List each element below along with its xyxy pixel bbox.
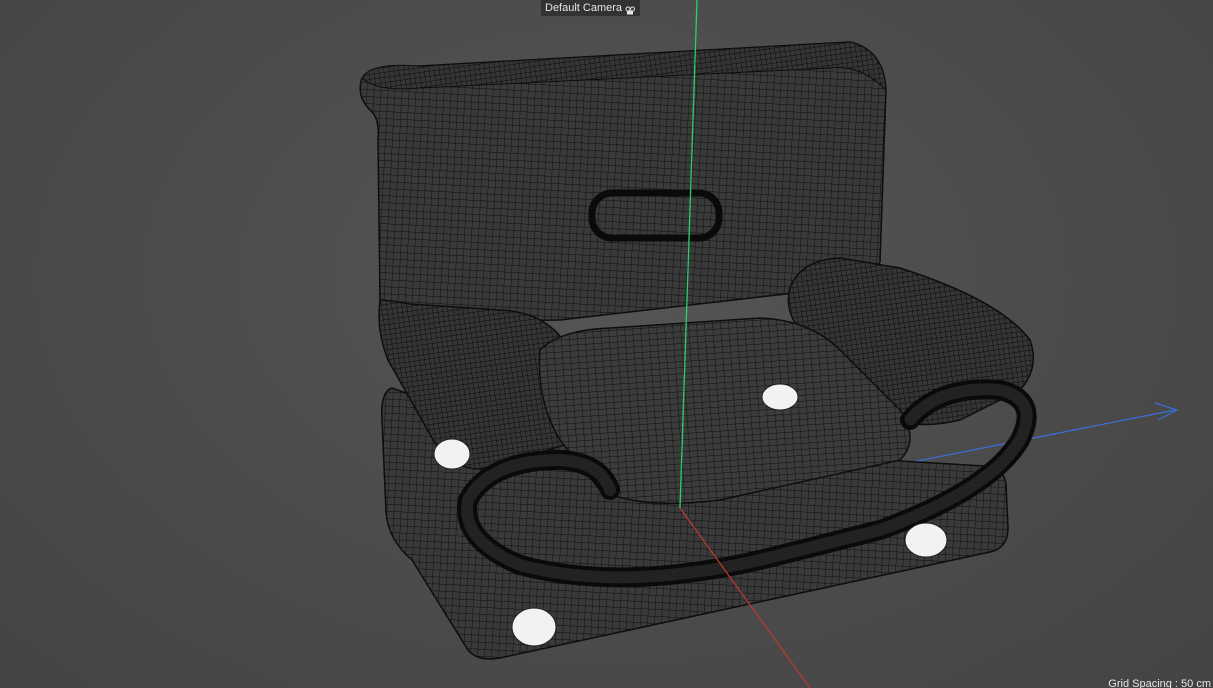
camera-label-text: Default Camera <box>545 2 623 14</box>
camera-icon[interactable] <box>625 4 636 14</box>
viewport-3d[interactable]: Default Camera Grid Spacing : 50 cm <box>0 0 1213 688</box>
leg-pad-left-front[interactable] <box>511 607 557 647</box>
leg-pad-center[interactable] <box>761 383 799 411</box>
grid-spacing-readout: Grid Spacing : 50 cm <box>1108 678 1211 688</box>
leg-pad-right-front[interactable] <box>904 522 948 558</box>
camera-label[interactable]: Default Camera <box>541 0 641 16</box>
scene-canvas[interactable] <box>0 0 1213 688</box>
leg-pad-left-back[interactable] <box>433 438 471 470</box>
